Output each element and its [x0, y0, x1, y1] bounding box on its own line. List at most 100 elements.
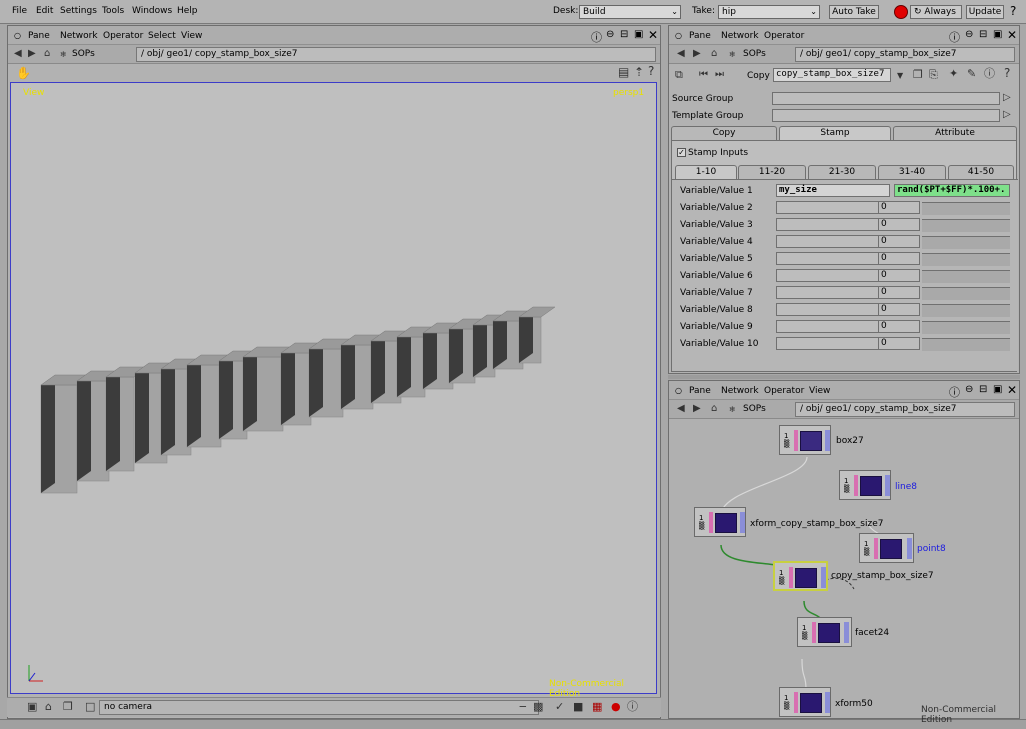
back-arrow-icon[interactable]: ◀ — [677, 404, 685, 414]
maximize-icon[interactable]: ▣ — [993, 29, 1002, 40]
node-facet24[interactable]: 1 ▒ — [797, 617, 852, 647]
template-group-field[interactable] — [772, 109, 1000, 122]
minimize-icon[interactable]: ⊖ — [965, 29, 973, 40]
param-menu-network[interactable]: Network — [721, 31, 759, 41]
snap-icon[interactable]: ▩ — [533, 701, 543, 712]
forward-arrow-icon[interactable]: ▶ — [28, 49, 36, 59]
variable-value-field[interactable]: 0 — [878, 235, 920, 248]
node-xform50[interactable]: 1 ▒ — [779, 687, 831, 717]
node-copy-stamp-box-size7[interactable]: 1 ▒ — [773, 561, 828, 591]
info-icon[interactable]: ⓘ — [627, 701, 638, 712]
select-arrow-icon[interactable]: ▷ — [1003, 110, 1011, 120]
minimize-icon[interactable]: ⊖ — [606, 29, 614, 40]
variable-name-field[interactable]: my_size — [776, 184, 890, 197]
info-icon[interactable]: ⓘ — [949, 29, 960, 45]
camera-field[interactable]: no camera — [99, 700, 539, 715]
tab-stamp[interactable]: Stamp — [779, 126, 891, 140]
value-slider[interactable] — [922, 202, 1010, 215]
copy-view-icon[interactable]: ❐ — [63, 701, 73, 712]
menu-help[interactable]: Help — [177, 6, 198, 16]
value-slider[interactable] — [922, 236, 1010, 249]
always-update-select[interactable]: ↻ Always — [910, 5, 962, 19]
hand-icon[interactable]: ✋ — [16, 67, 31, 79]
close-icon[interactable]: ✕ — [1007, 28, 1017, 42]
network-path-field[interactable]: / obj/ geo1/ copy_stamp_box_size7 — [795, 402, 1015, 417]
variable-value-field[interactable]: 0 — [878, 252, 920, 265]
lock-icon[interactable]: □ — [85, 701, 95, 712]
op-name-field[interactable]: copy_stamp_box_size7 — [773, 68, 891, 82]
update-button[interactable]: Update — [966, 5, 1004, 19]
node-line8[interactable]: 1 ▒ — [839, 470, 891, 500]
split-icon[interactable]: ⊟ — [620, 29, 628, 40]
value-slider[interactable] — [922, 321, 1010, 334]
variable-value-field[interactable]: 0 — [878, 286, 920, 299]
take-select[interactable]: hip ⌄ — [718, 5, 820, 19]
shading-icon[interactable]: ■ — [573, 701, 583, 712]
prev-node-icon[interactable]: ⏮ — [699, 70, 708, 80]
subtab-1-10[interactable]: 1-10 — [675, 165, 737, 179]
variable-value-field[interactable]: 0 — [878, 218, 920, 231]
pane-circle-icon[interactable]: ○ — [14, 31, 21, 40]
viewer-menu-pane[interactable]: Pane — [28, 31, 50, 41]
variable-value-field[interactable]: rand($PT+$FF)*.100+. — [894, 184, 1010, 197]
minimize-icon[interactable]: ⊖ — [965, 384, 973, 395]
variable-value-field[interactable]: 0 — [878, 320, 920, 333]
value-slider[interactable] — [922, 338, 1010, 351]
stamp-inputs-checkbox[interactable]: ✓ — [677, 148, 686, 157]
snapshot-icon[interactable]: ▤ — [618, 66, 629, 78]
value-slider[interactable] — [922, 219, 1010, 232]
help-icon[interactable]: ? — [1004, 67, 1010, 79]
close-icon[interactable]: ✕ — [648, 28, 658, 42]
source-group-field[interactable] — [772, 92, 1000, 105]
viewer-menu-select[interactable]: Select — [148, 31, 176, 41]
variable-name-field[interactable] — [776, 286, 890, 299]
variable-value-field[interactable]: 0 — [878, 337, 920, 350]
variable-name-field[interactable] — [776, 218, 890, 231]
help-icon[interactable]: ? — [1010, 4, 1016, 18]
variable-value-field[interactable]: 0 — [878, 303, 920, 316]
node-icon[interactable]: ⧉ — [675, 69, 683, 80]
value-slider[interactable] — [922, 253, 1010, 266]
display-icon[interactable]: ▦ — [592, 701, 602, 712]
desk-select[interactable]: Build ⌄ — [579, 5, 681, 19]
info-icon[interactable]: ⓘ — [591, 29, 602, 45]
subtab-21-30[interactable]: 21-30 — [808, 165, 876, 179]
info-icon[interactable]: ⓘ — [984, 68, 995, 79]
record-small-icon[interactable]: ● — [611, 701, 621, 712]
menu-file[interactable]: File — [12, 6, 27, 16]
variable-name-field[interactable] — [776, 337, 890, 350]
pane-circle-icon[interactable]: ○ — [675, 31, 682, 40]
network-menu-operator[interactable]: Operator — [764, 386, 804, 396]
param-path-field[interactable]: / obj/ geo1/ copy_stamp_box_size7 — [795, 47, 1015, 62]
viewer-menu-operator[interactable]: Operator — [103, 31, 143, 41]
param-menu-pane[interactable]: Pane — [689, 31, 711, 41]
wand-icon[interactable]: ✦ — [949, 68, 958, 79]
param-menu-operator[interactable]: Operator — [764, 31, 804, 41]
menu-settings[interactable]: Settings — [60, 6, 97, 16]
menu-tools[interactable]: Tools — [102, 6, 124, 16]
3d-viewport[interactable]: View persp1 Non-Commercial Edition — [10, 82, 657, 699]
network-menu-view[interactable]: View — [809, 386, 830, 396]
next-node-icon[interactable]: ⏭ — [715, 70, 724, 80]
variable-name-field[interactable] — [776, 252, 890, 265]
minus-icon[interactable]: ‒ — [519, 700, 527, 712]
select-arrow-icon[interactable]: ▷ — [1003, 93, 1011, 103]
home-icon[interactable]: ⌂ — [44, 49, 50, 59]
pane-splitter[interactable] — [668, 375, 1020, 379]
info-icon[interactable]: ⓘ — [949, 384, 960, 400]
forward-arrow-icon[interactable]: ▶ — [693, 49, 701, 59]
home-icon[interactable]: ⌂ — [711, 49, 717, 59]
timeline-strip[interactable] — [0, 719, 1026, 729]
value-slider[interactable] — [922, 287, 1010, 300]
tab-copy[interactable]: Copy — [671, 126, 777, 140]
viewer-menu-view[interactable]: View — [181, 31, 202, 41]
variable-name-field[interactable] — [776, 235, 890, 248]
pane-circle-icon[interactable]: ○ — [675, 386, 682, 395]
menu-edit[interactable]: Edit — [36, 6, 53, 16]
home-view-icon[interactable]: ⌂ — [45, 701, 52, 712]
variable-name-field[interactable] — [776, 201, 890, 214]
home-icon[interactable]: ⌂ — [711, 404, 717, 414]
split-icon[interactable]: ⊟ — [979, 29, 987, 40]
help-icon[interactable]: ? — [648, 65, 654, 77]
record-icon[interactable] — [894, 5, 908, 19]
